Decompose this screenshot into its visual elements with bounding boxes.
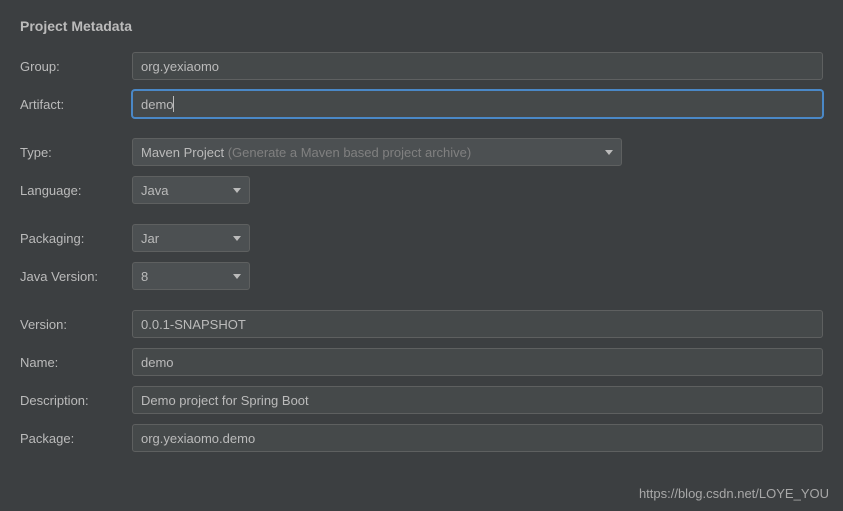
chevron-down-icon [233,188,241,193]
name-input[interactable] [132,348,823,376]
row-language: Language: Java [20,176,823,204]
group-input[interactable] [132,52,823,80]
row-name: Name: [20,348,823,376]
java-version-select-label: 8 [141,269,148,284]
label-artifact: Artifact: [20,97,132,112]
label-type: Type: [20,145,132,160]
row-description: Description: [20,386,823,414]
description-input[interactable] [132,386,823,414]
label-package: Package: [20,431,132,446]
type-main: Maven Project [141,145,224,160]
label-group: Group: [20,59,132,74]
language-select-label: Java [141,183,168,198]
artifact-value: demo [141,97,174,112]
language-select[interactable]: Java [132,176,250,204]
row-group: Group: [20,52,823,80]
packaging-select-label: Jar [141,231,159,246]
type-select-label: Maven Project (Generate a Maven based pr… [141,145,471,160]
label-name: Name: [20,355,132,370]
type-hint: (Generate a Maven based project archive) [224,145,471,160]
label-description: Description: [20,393,132,408]
section-title: Project Metadata [20,18,823,34]
row-artifact: Artifact: demo [20,90,823,118]
version-input[interactable] [132,310,823,338]
java-version-select[interactable]: 8 [132,262,250,290]
row-packaging: Packaging: Jar [20,224,823,252]
row-package: Package: [20,424,823,452]
label-java-version: Java Version: [20,269,132,284]
label-packaging: Packaging: [20,231,132,246]
label-version: Version: [20,317,132,332]
row-version: Version: [20,310,823,338]
text-cursor [173,96,174,112]
chevron-down-icon [233,274,241,279]
type-select[interactable]: Maven Project (Generate a Maven based pr… [132,138,622,166]
chevron-down-icon [605,150,613,155]
package-input[interactable] [132,424,823,452]
row-java-version: Java Version: 8 [20,262,823,290]
chevron-down-icon [233,236,241,241]
watermark: https://blog.csdn.net/LOYE_YOU [639,486,829,501]
row-type: Type: Maven Project (Generate a Maven ba… [20,138,823,166]
label-language: Language: [20,183,132,198]
artifact-input[interactable]: demo [132,90,823,118]
packaging-select[interactable]: Jar [132,224,250,252]
